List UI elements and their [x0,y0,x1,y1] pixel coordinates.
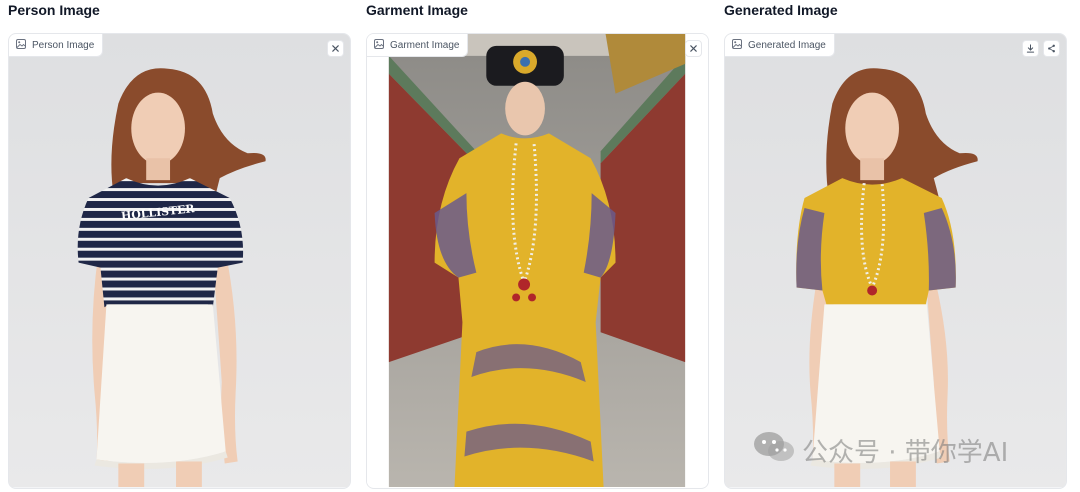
generated-image-chip-text: Generated Image [748,39,826,51]
generated-image-label: Generated Image [725,34,835,57]
image-icon [732,38,742,52]
close-icon [331,40,340,58]
image-tryon-workspace: Person Image Person Image HOLLISTER Garm… [0,0,1080,492]
image-icon [16,38,26,52]
share-button[interactable] [1043,40,1060,57]
person-image-upload[interactable]: Person Image HOLLISTER [8,33,351,489]
person-photo: HOLLISTER [9,34,350,488]
watermark-text: 公众号 · 带你学AI [802,438,1009,468]
clear-person-image-button[interactable] [327,40,344,57]
person-image-label: Person Image [9,34,104,57]
garment-photo [367,34,708,488]
generated-photo [725,34,1066,488]
download-button[interactable] [1022,40,1039,57]
garment-image-label: Garment Image [367,34,469,57]
person-image-chip-text: Person Image [32,39,95,51]
garment-image-chip-text: Garment Image [390,39,460,51]
close-icon [689,40,698,58]
person-image-title: Person Image [8,2,100,18]
clear-garment-image-button[interactable] [685,40,702,57]
download-icon [1026,40,1035,58]
watermark: 公众号 · 带你学AI [752,430,1008,471]
share-icon [1047,40,1056,58]
image-icon [374,38,384,52]
wechat-icon [752,430,796,471]
garment-image-title: Garment Image [366,2,468,18]
generated-image-title: Generated Image [724,2,838,18]
generated-image-output: Generated Image [724,33,1067,489]
garment-image-upload[interactable]: Garment Image [366,33,709,489]
